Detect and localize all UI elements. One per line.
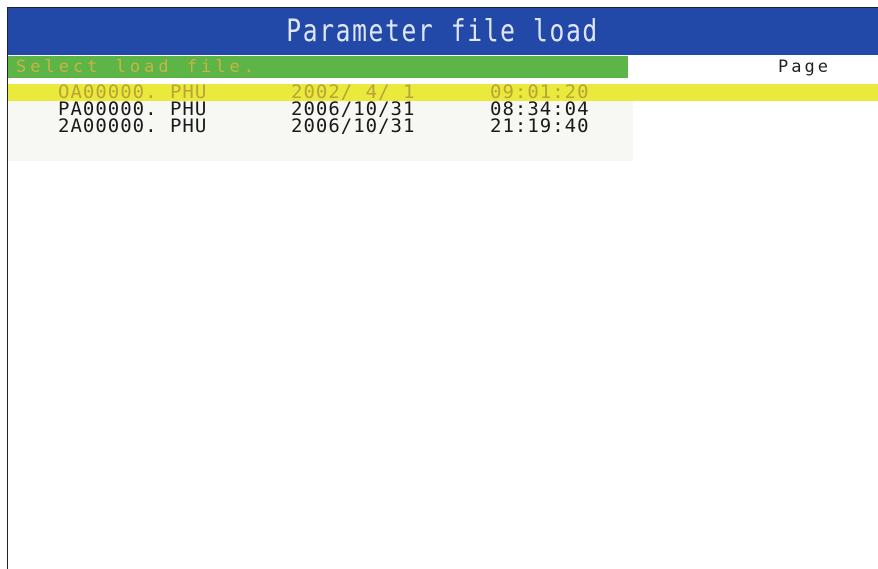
file-row[interactable]: 2A00000. PHU 2006/10/31 21:19:40 bbox=[8, 115, 633, 137]
screen-title: Parameter file load bbox=[286, 14, 600, 49]
page-indicator: Page bbox=[778, 57, 831, 77]
file-time: 21:19:40 bbox=[490, 115, 590, 137]
file-list: OA00000. PHU 2002/ 4/ 1 09:01:20 PA00000… bbox=[8, 83, 878, 137]
prompt-message: Select load file. bbox=[16, 57, 258, 77]
file-date: 2006/10/31 bbox=[291, 115, 416, 137]
parameter-file-load-screen: Parameter file load Select load file. Pa… bbox=[7, 7, 878, 569]
file-name: 2A00000. PHU bbox=[58, 115, 208, 137]
prompt-bar: Select load file. bbox=[8, 56, 628, 78]
title-bar: Parameter file load bbox=[8, 8, 878, 55]
